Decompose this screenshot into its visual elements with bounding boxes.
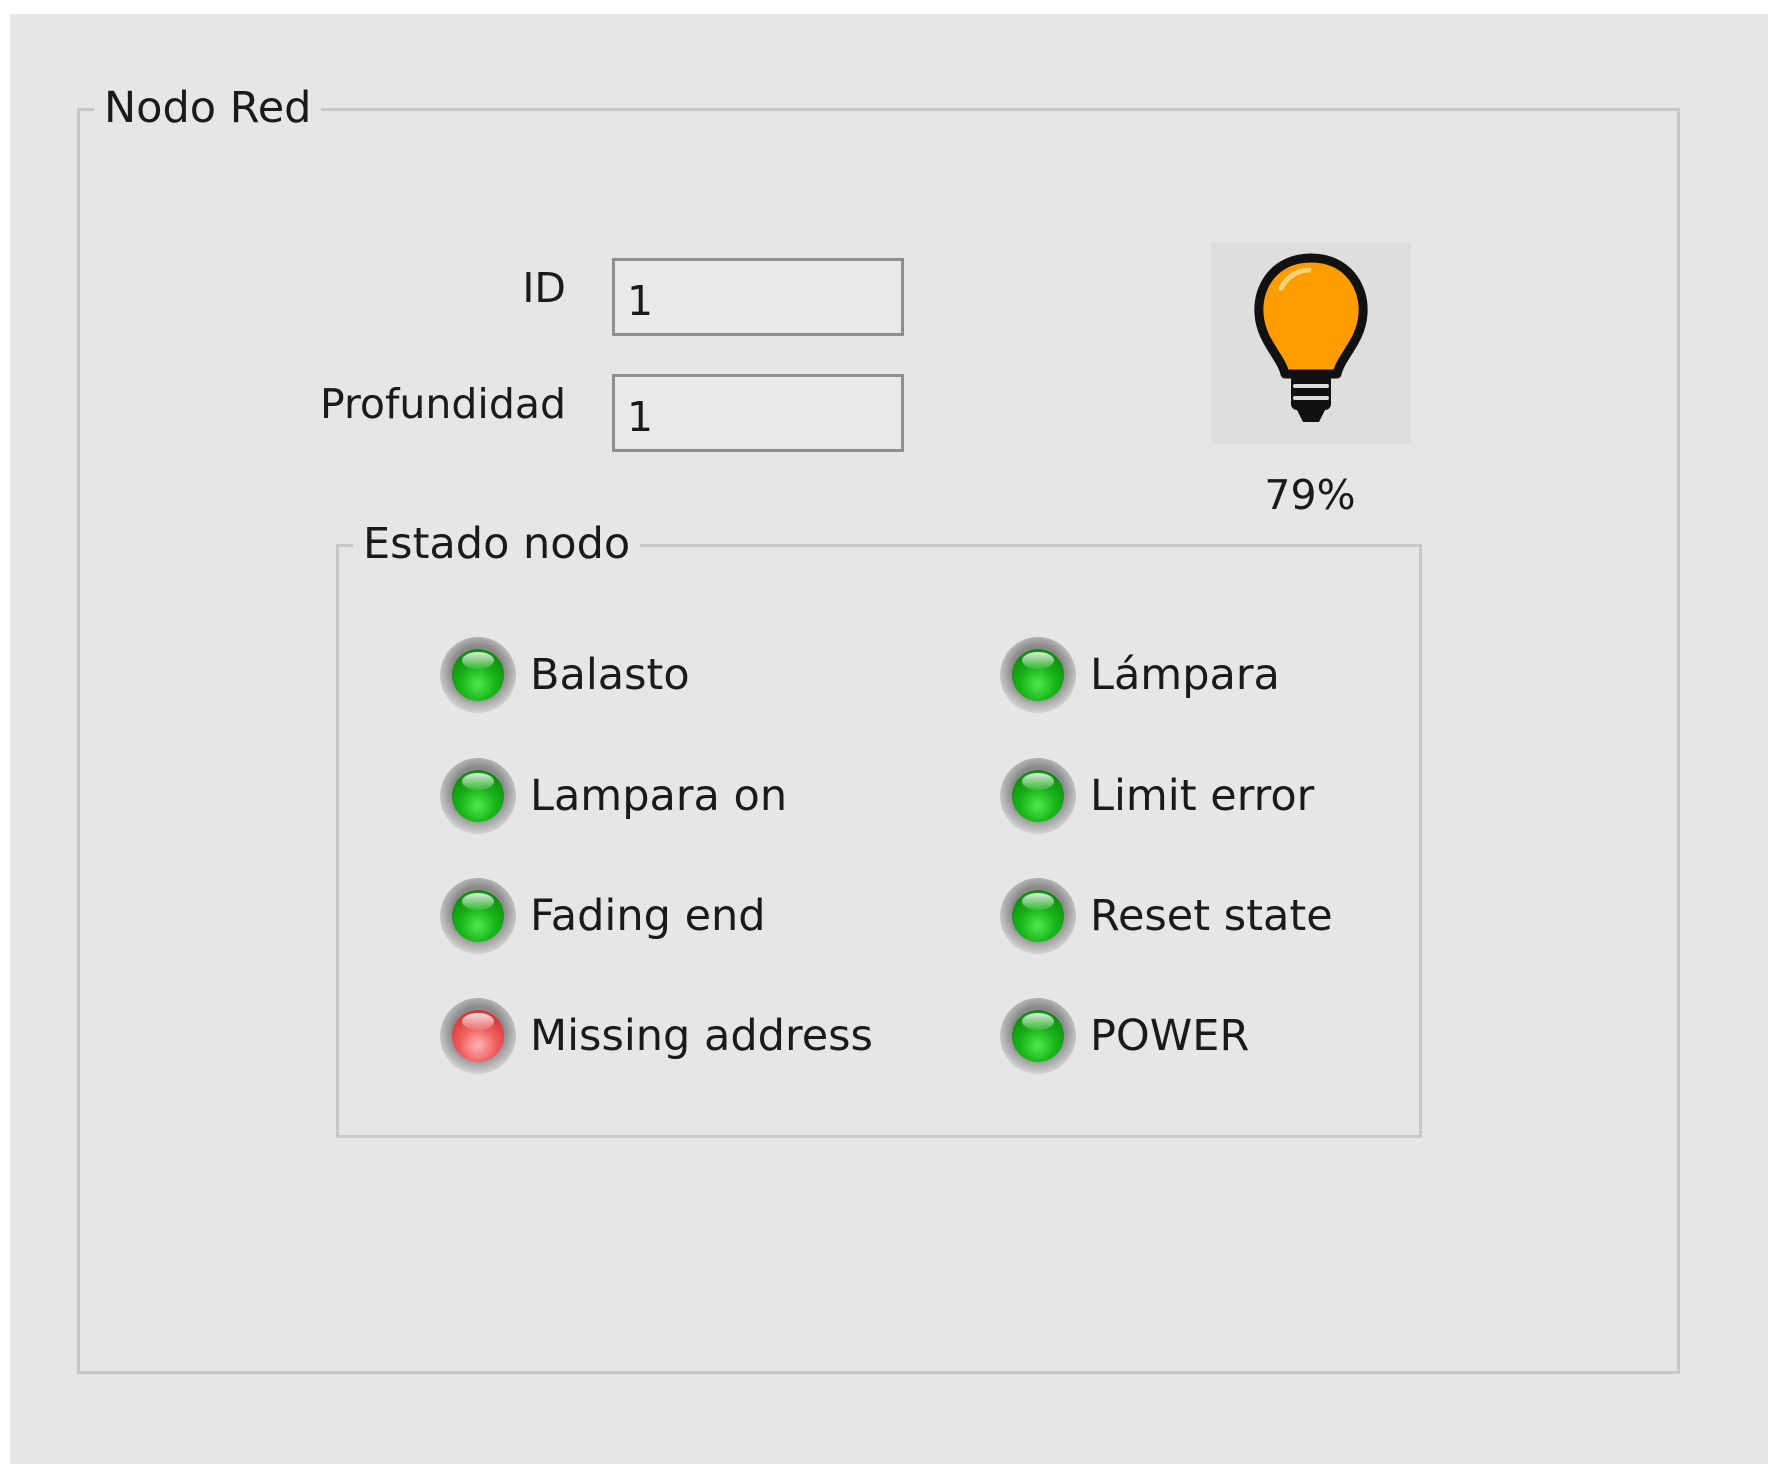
- indicator-label: Limit error: [1090, 770, 1315, 821]
- indicator-lampara: Lámpara: [1000, 637, 1280, 713]
- nodo-red-title: Nodo Red: [94, 87, 322, 130]
- indicator-balasto: Balasto: [440, 637, 690, 713]
- id-field[interactable]: 1: [612, 258, 904, 336]
- status-led-icon: [440, 998, 516, 1074]
- indicator-fading-end: Fading end: [440, 878, 766, 954]
- indicator-label: Lampara on: [530, 770, 788, 821]
- indicator-reset-state: Reset state: [1000, 878, 1333, 954]
- lamp-percent: 79%: [1264, 471, 1356, 519]
- indicator-limit-error: Limit error: [1000, 758, 1314, 834]
- status-led-icon: [440, 758, 516, 834]
- profundidad-field[interactable]: 1: [612, 374, 904, 452]
- indicator-missing-address: Missing address: [440, 998, 873, 1074]
- light-bulb-icon: [1254, 253, 1368, 422]
- status-led-icon: [440, 878, 516, 954]
- indicator-label: Lámpara: [1090, 649, 1280, 700]
- indicator-power: POWER: [1000, 998, 1249, 1074]
- indicator-label: Reset state: [1090, 890, 1333, 941]
- status-led-icon: [1000, 637, 1076, 713]
- id-label: ID: [522, 264, 566, 312]
- indicator-label: POWER: [1090, 1010, 1250, 1061]
- status-led-icon: [1000, 758, 1076, 834]
- indicator-label: Missing address: [530, 1010, 873, 1061]
- profundidad-label: Profundidad: [319, 380, 566, 428]
- status-led-icon: [440, 637, 516, 713]
- indicator-lampara-on: Lampara on: [440, 758, 787, 834]
- estado-nodo-title: Estado nodo: [353, 523, 641, 566]
- status-led-icon: [1000, 998, 1076, 1074]
- indicator-label: Balasto: [530, 649, 690, 700]
- status-led-icon: [1000, 878, 1076, 954]
- indicator-label: Fading end: [530, 890, 766, 941]
- lamp-indicator: [1211, 242, 1411, 444]
